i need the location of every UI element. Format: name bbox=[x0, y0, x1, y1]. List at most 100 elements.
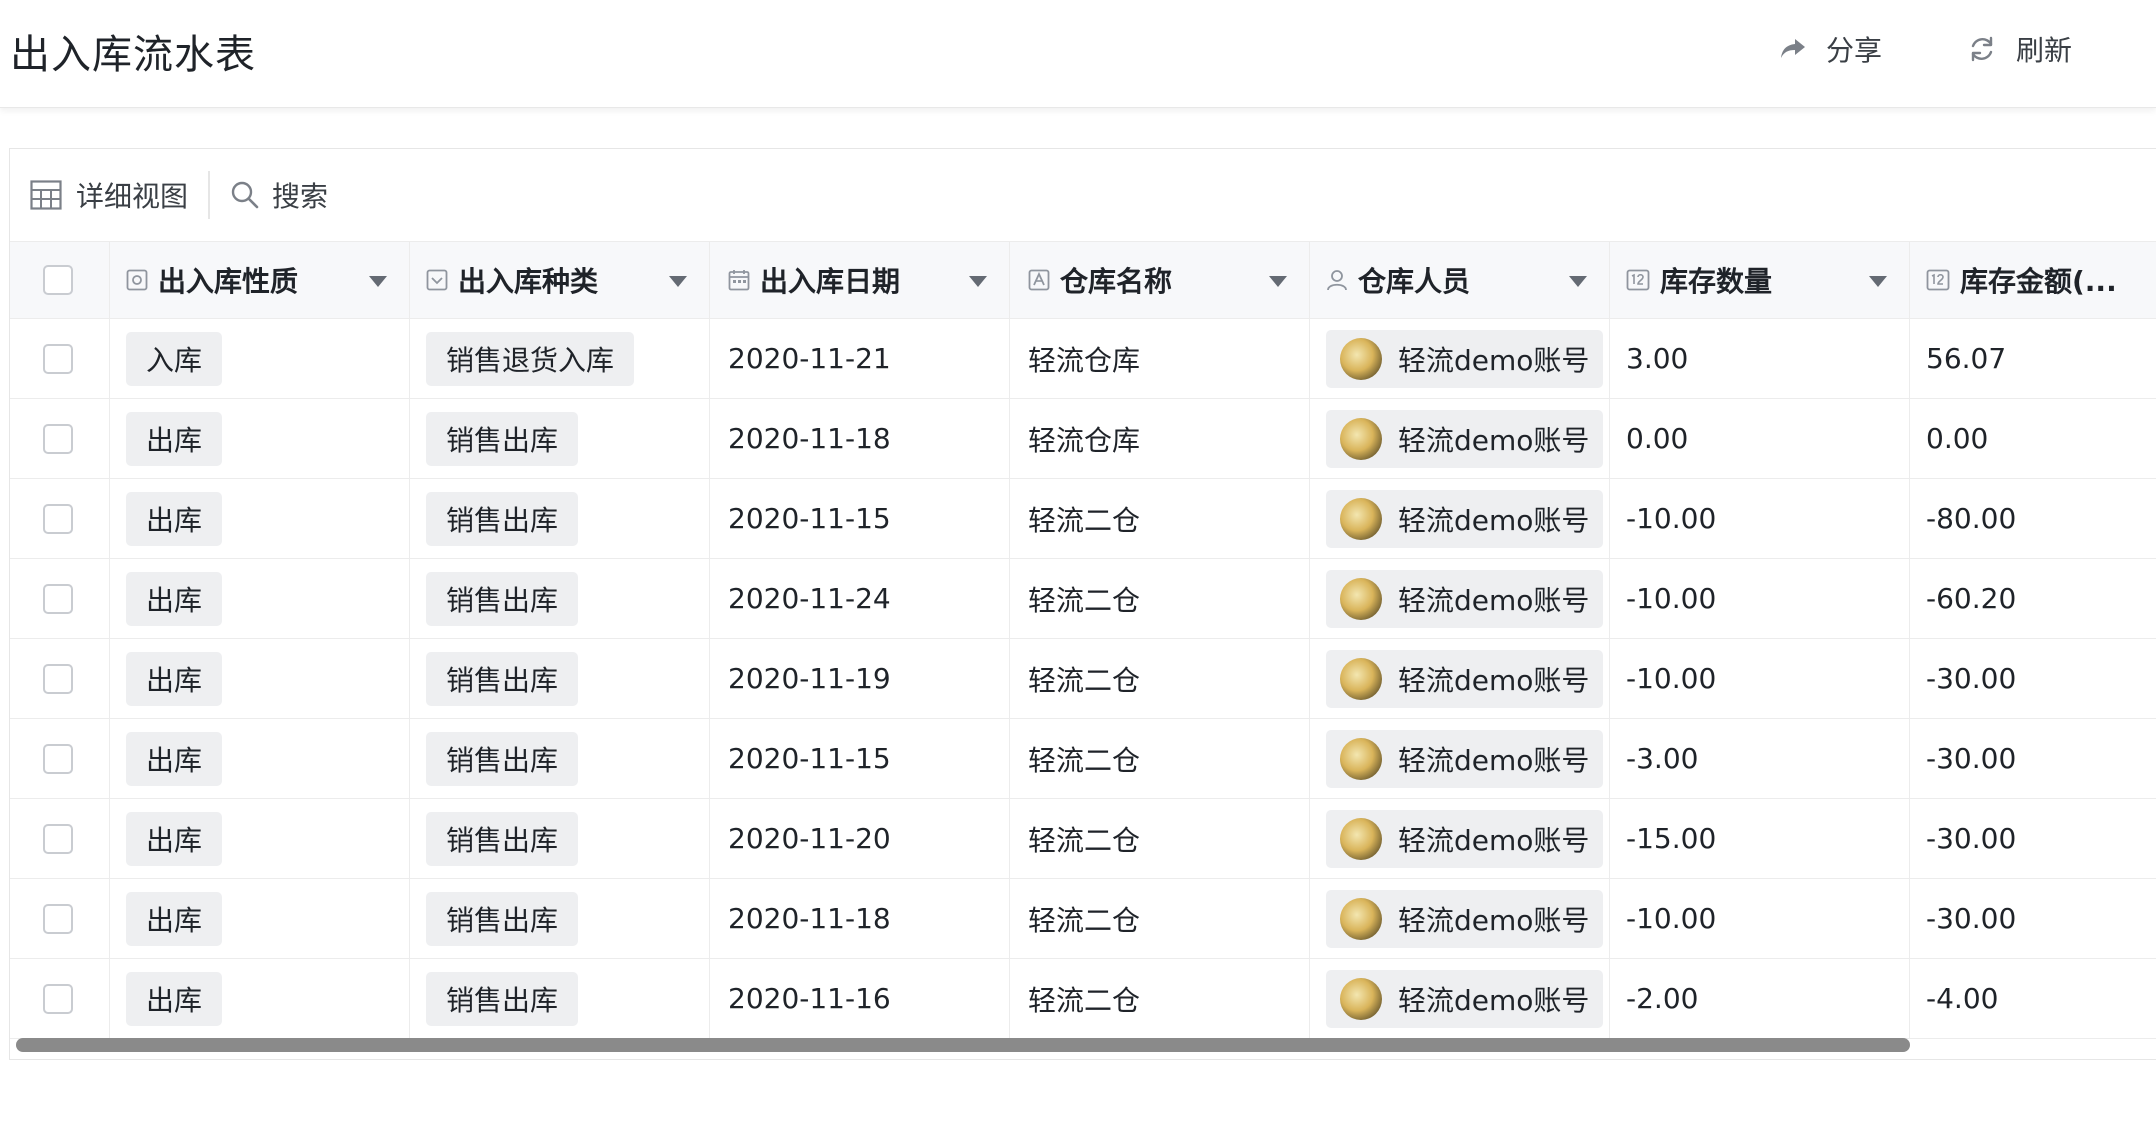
quantity-cell[interactable]: -15.00 bbox=[1610, 799, 1910, 878]
table-row[interactable]: 出库 销售出库 2020-11-15 轻流二仓 轻流demo账号 -10.00 … bbox=[10, 479, 2156, 559]
column-menu-caret[interactable] bbox=[1869, 276, 1887, 287]
row-checkbox[interactable] bbox=[43, 743, 73, 774]
amount-cell[interactable]: -4.00 bbox=[1910, 959, 2156, 1038]
column-menu-caret[interactable] bbox=[1269, 276, 1287, 287]
quantity-cell[interactable]: -10.00 bbox=[1610, 559, 1910, 638]
share-button[interactable]: 分享 bbox=[1780, 28, 1882, 70]
date-cell[interactable]: 2020-11-19 bbox=[710, 639, 1010, 718]
table-row[interactable]: 出库 销售出库 2020-11-16 轻流二仓 轻流demo账号 -2.00 -… bbox=[10, 959, 2156, 1039]
amount-cell[interactable]: 0.00 bbox=[1910, 399, 2156, 478]
kind-cell[interactable]: 销售出库 bbox=[410, 719, 710, 798]
date-cell[interactable]: 2020-11-20 bbox=[710, 799, 1010, 878]
date-cell[interactable]: 2020-11-15 bbox=[710, 719, 1010, 798]
warehouse-cell[interactable]: 轻流仓库 bbox=[1010, 319, 1310, 398]
quantity-cell[interactable]: -10.00 bbox=[1610, 479, 1910, 558]
amount-cell[interactable]: 56.07 bbox=[1910, 319, 2156, 398]
kind-cell[interactable]: 销售出库 bbox=[410, 639, 710, 718]
amount-cell[interactable]: -30.00 bbox=[1910, 719, 2156, 798]
nature-cell[interactable]: 出库 bbox=[110, 719, 410, 798]
row-checkbox[interactable] bbox=[43, 343, 73, 374]
nature-cell[interactable]: 入库 bbox=[110, 319, 410, 398]
person-cell[interactable]: 轻流demo账号 bbox=[1310, 559, 1610, 638]
warehouse-cell[interactable]: 轻流二仓 bbox=[1010, 959, 1310, 1038]
amount-cell[interactable]: -60.20 bbox=[1910, 559, 2156, 638]
warehouse-cell[interactable]: 轻流二仓 bbox=[1010, 559, 1310, 638]
person-cell[interactable]: 轻流demo账号 bbox=[1310, 399, 1610, 478]
amount-cell[interactable]: -30.00 bbox=[1910, 879, 2156, 958]
nature-cell[interactable]: 出库 bbox=[110, 959, 410, 1038]
quantity-cell[interactable]: -10.00 bbox=[1610, 639, 1910, 718]
column-menu-caret[interactable] bbox=[669, 276, 687, 287]
column-header-person[interactable]: 仓库人员 bbox=[1310, 242, 1610, 318]
nature-cell[interactable]: 出库 bbox=[110, 479, 410, 558]
column-header-quantity[interactable]: 库存数量 bbox=[1610, 242, 1910, 318]
nature-cell[interactable]: 出库 bbox=[110, 799, 410, 878]
row-checkbox[interactable] bbox=[43, 983, 73, 1014]
amount-cell[interactable]: -30.00 bbox=[1910, 639, 2156, 718]
table-row[interactable]: 出库 销售出库 2020-11-18 轻流仓库 轻流demo账号 0.00 0.… bbox=[10, 399, 2156, 479]
column-header-amount[interactable]: 库存金额(... bbox=[1910, 242, 2156, 318]
column-header-warehouse[interactable]: 仓库名称 bbox=[1010, 242, 1310, 318]
person-cell[interactable]: 轻流demo账号 bbox=[1310, 719, 1610, 798]
person-cell[interactable]: 轻流demo账号 bbox=[1310, 879, 1610, 958]
column-menu-caret[interactable] bbox=[369, 276, 387, 287]
person-cell[interactable]: 轻流demo账号 bbox=[1310, 959, 1610, 1038]
table-row[interactable]: 出库 销售出库 2020-11-18 轻流二仓 轻流demo账号 -10.00 … bbox=[10, 879, 2156, 959]
warehouse-cell[interactable]: 轻流二仓 bbox=[1010, 719, 1310, 798]
quantity-cell[interactable]: 3.00 bbox=[1610, 319, 1910, 398]
select-all-checkbox[interactable] bbox=[43, 265, 73, 295]
warehouse-cell[interactable]: 轻流仓库 bbox=[1010, 399, 1310, 478]
amount-cell[interactable]: -80.00 bbox=[1910, 479, 2156, 558]
column-header-kind[interactable]: 出入库种类 bbox=[410, 242, 710, 318]
view-switch-button[interactable]: 详细视图 bbox=[30, 175, 188, 215]
date-cell[interactable]: 2020-11-18 bbox=[710, 879, 1010, 958]
date-cell[interactable]: 2020-11-15 bbox=[710, 479, 1010, 558]
person-cell[interactable]: 轻流demo账号 bbox=[1310, 479, 1610, 558]
kind-cell[interactable]: 销售出库 bbox=[410, 559, 710, 638]
nature-cell[interactable]: 出库 bbox=[110, 559, 410, 638]
row-checkbox[interactable] bbox=[43, 423, 73, 454]
table-row[interactable]: 入库 销售退货入库 2020-11-21 轻流仓库 轻流demo账号 3.00 … bbox=[10, 319, 2156, 399]
person-cell[interactable]: 轻流demo账号 bbox=[1310, 639, 1610, 718]
kind-cell[interactable]: 销售出库 bbox=[410, 479, 710, 558]
date-cell[interactable]: 2020-11-18 bbox=[710, 399, 1010, 478]
amount-cell[interactable]: -30.00 bbox=[1910, 799, 2156, 878]
warehouse-cell[interactable]: 轻流二仓 bbox=[1010, 479, 1310, 558]
table-row[interactable]: 出库 销售出库 2020-11-24 轻流二仓 轻流demo账号 -10.00 … bbox=[10, 559, 2156, 639]
nature-cell[interactable]: 出库 bbox=[110, 879, 410, 958]
kind-cell[interactable]: 销售出库 bbox=[410, 879, 710, 958]
row-checkbox[interactable] bbox=[43, 583, 73, 614]
quantity-cell[interactable]: -3.00 bbox=[1610, 719, 1910, 798]
date-cell[interactable]: 2020-11-24 bbox=[710, 559, 1010, 638]
row-checkbox[interactable] bbox=[43, 823, 73, 854]
date-cell[interactable]: 2020-11-21 bbox=[710, 319, 1010, 398]
kind-cell[interactable]: 销售出库 bbox=[410, 959, 710, 1038]
table-row[interactable]: 出库 销售出库 2020-11-20 轻流二仓 轻流demo账号 -15.00 … bbox=[10, 799, 2156, 879]
warehouse-cell[interactable]: 轻流二仓 bbox=[1010, 799, 1310, 878]
refresh-button[interactable]: 刷新 bbox=[1968, 28, 2072, 70]
person-cell[interactable]: 轻流demo账号 bbox=[1310, 799, 1610, 878]
quantity-cell[interactable]: 0.00 bbox=[1610, 399, 1910, 478]
kind-cell[interactable]: 销售退货入库 bbox=[410, 319, 710, 398]
column-menu-caret[interactable] bbox=[1569, 276, 1587, 287]
warehouse-cell[interactable]: 轻流二仓 bbox=[1010, 879, 1310, 958]
quantity-cell[interactable]: -10.00 bbox=[1610, 879, 1910, 958]
person-cell[interactable]: 轻流demo账号 bbox=[1310, 319, 1610, 398]
horizontal-scrollbar[interactable] bbox=[16, 1038, 1910, 1052]
warehouse-cell[interactable]: 轻流二仓 bbox=[1010, 639, 1310, 718]
column-menu-caret[interactable] bbox=[969, 276, 987, 287]
nature-cell[interactable]: 出库 bbox=[110, 639, 410, 718]
kind-cell[interactable]: 销售出库 bbox=[410, 799, 710, 878]
row-checkbox[interactable] bbox=[43, 503, 73, 534]
quantity-cell[interactable]: -2.00 bbox=[1610, 959, 1910, 1038]
search-button[interactable]: 搜索 bbox=[230, 175, 328, 215]
row-checkbox[interactable] bbox=[43, 903, 73, 934]
date-cell[interactable]: 2020-11-16 bbox=[710, 959, 1010, 1038]
nature-cell[interactable]: 出库 bbox=[110, 399, 410, 478]
column-header-nature[interactable]: 出入库性质 bbox=[110, 242, 410, 318]
table-row[interactable]: 出库 销售出库 2020-11-15 轻流二仓 轻流demo账号 -3.00 -… bbox=[10, 719, 2156, 799]
kind-cell[interactable]: 销售出库 bbox=[410, 399, 710, 478]
row-checkbox[interactable] bbox=[43, 663, 73, 694]
table-row[interactable]: 出库 销售出库 2020-11-19 轻流二仓 轻流demo账号 -10.00 … bbox=[10, 639, 2156, 719]
column-header-date[interactable]: 出入库日期 bbox=[710, 242, 1010, 318]
